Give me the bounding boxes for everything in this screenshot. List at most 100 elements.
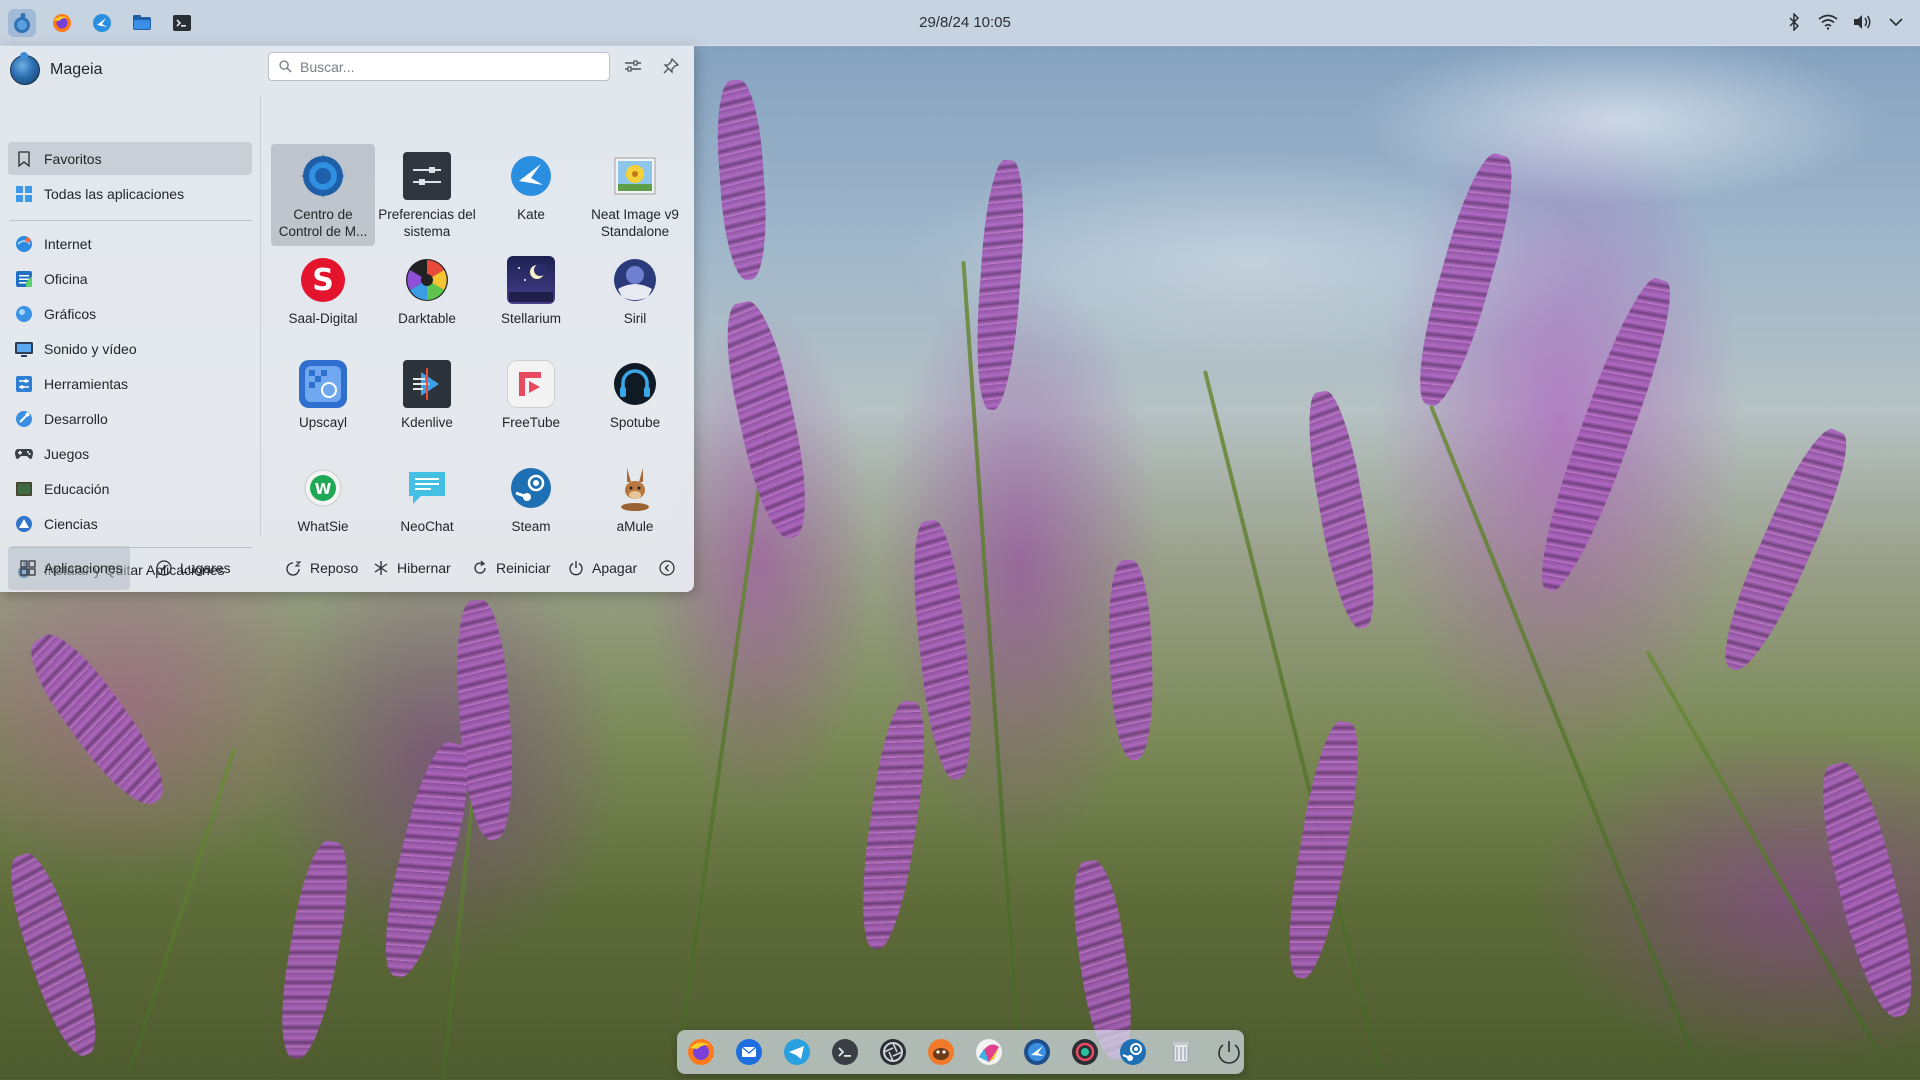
dock-telegram[interactable] <box>781 1036 813 1068</box>
lavender-spike <box>1525 271 1685 599</box>
category-tools[interactable]: Herramientas <box>8 367 252 400</box>
configure-button[interactable] <box>619 52 647 80</box>
app-label: WhatSie <box>297 519 349 534</box>
app-amule[interactable]: aMule <box>583 456 687 558</box>
app-spotube[interactable]: Spotube <box>583 352 687 454</box>
whatsie-icon: W <box>299 464 347 512</box>
grid-icon <box>20 560 36 576</box>
system-settings-icon <box>403 152 451 200</box>
category-graphics[interactable]: Gráficos <box>8 297 252 330</box>
app-control-center[interactable]: Centro de Control de M... <box>271 144 375 246</box>
tray-expand-button[interactable] <box>1886 12 1906 32</box>
category-office[interactable]: Oficina <box>8 262 252 295</box>
kate-icon <box>507 152 555 200</box>
divider <box>10 220 252 221</box>
dock-paint[interactable] <box>973 1036 1005 1068</box>
clock[interactable]: 29/8/24 10:05 <box>0 14 1920 31</box>
app-kdenlive[interactable]: Kdenlive <box>375 352 479 454</box>
dock-kate[interactable] <box>1021 1036 1053 1068</box>
dock-recorder[interactable] <box>1069 1036 1101 1068</box>
app-darktable[interactable]: Darktable <box>375 248 479 350</box>
category-favorites[interactable]: Favoritos <box>8 142 252 175</box>
app-label: FreeTube <box>501 415 561 430</box>
restart-label: Reiniciar <box>496 560 551 576</box>
hibernate-button[interactable]: Hibernar <box>361 546 463 590</box>
siril-icon <box>611 256 659 304</box>
volume-button[interactable] <box>1852 12 1872 32</box>
dock-game[interactable] <box>925 1036 957 1068</box>
shutdown-button[interactable]: Apagar <box>556 546 649 590</box>
app-siril[interactable]: Siril <box>583 248 687 350</box>
dock-aperture[interactable] <box>877 1036 909 1068</box>
sleep-button[interactable]: Reposo <box>274 546 370 590</box>
chevron-down-icon <box>1889 18 1903 27</box>
category-science[interactable]: Ciencias <box>8 507 252 540</box>
game-icon <box>928 1039 954 1065</box>
graphics-icon <box>14 304 34 324</box>
record-icon <box>1072 1039 1098 1065</box>
tab-places[interactable]: Lugares <box>144 546 243 590</box>
app-system-settings[interactable]: Preferencias del sistema <box>375 144 479 246</box>
kdenlive-icon <box>403 360 451 408</box>
user-header[interactable]: Mageia <box>10 52 102 86</box>
category-games[interactable]: Juegos <box>8 437 252 470</box>
app-label: Centro de Control de M... <box>278 207 368 239</box>
dock-power[interactable] <box>1213 1036 1245 1068</box>
app-label: Steam <box>511 519 551 534</box>
dock <box>677 1030 1244 1074</box>
more-power-options-button[interactable] <box>652 546 682 590</box>
darktable-icon <box>403 256 451 304</box>
sleep-icon <box>286 560 302 576</box>
science-icon <box>14 514 34 534</box>
dock-terminal[interactable] <box>829 1036 861 1068</box>
search-input[interactable] <box>300 58 600 75</box>
wifi-icon <box>1818 14 1838 30</box>
restart-button[interactable]: Reiniciar <box>460 546 562 590</box>
app-neochat[interactable]: NeoChat <box>375 456 479 558</box>
sidebar-divider <box>260 96 261 536</box>
app-label: NeoChat <box>400 519 454 534</box>
avatar[interactable] <box>10 52 40 85</box>
category-label: Herramientas <box>44 375 129 392</box>
app-neat-image[interactable]: Neat Image v9 Standalone <box>583 144 687 246</box>
application-menu-button[interactable] <box>8 9 36 37</box>
category-multimedia[interactable]: Sonido y vídeo <box>8 332 252 365</box>
app-steam[interactable]: Steam <box>479 456 583 558</box>
snowflake-icon <box>373 560 389 576</box>
dock-trash[interactable] <box>1165 1036 1197 1068</box>
lavender-spike <box>0 847 110 1063</box>
all-apps-icon <box>14 184 34 204</box>
lavender-spike <box>1405 148 1525 412</box>
search-field[interactable] <box>268 52 610 81</box>
category-internet[interactable]: Internet <box>8 227 252 260</box>
kate-launcher[interactable] <box>88 9 116 37</box>
app-label: aMule <box>616 519 654 534</box>
pin-button[interactable] <box>657 52 685 80</box>
tab-applications[interactable]: Aplicaciones <box>8 546 130 590</box>
app-upscayl[interactable]: Upscayl <box>271 352 375 454</box>
app-label: Saal-Digital <box>288 311 358 326</box>
category-all-applications[interactable]: Todas las aplicaciones <box>8 177 252 210</box>
file-manager-launcher[interactable] <box>128 9 156 37</box>
network-button[interactable] <box>1818 12 1838 32</box>
terminal-icon <box>173 15 191 31</box>
terminal-icon <box>832 1039 858 1065</box>
panel-launchers <box>8 9 196 37</box>
category-education[interactable]: Educación <box>8 472 252 505</box>
firefox-icon <box>688 1039 714 1065</box>
category-development[interactable]: Desarrollo <box>8 402 252 435</box>
app-stellarium[interactable]: Stellarium <box>479 248 583 350</box>
dock-thunderbird[interactable] <box>733 1036 765 1068</box>
terminal-launcher[interactable] <box>168 9 196 37</box>
firefox-launcher[interactable] <box>48 9 76 37</box>
app-label: Spotube <box>609 415 661 430</box>
app-saal-digital[interactable]: S Saal-Digital <box>271 248 375 350</box>
app-freetube[interactable]: FreeTube <box>479 352 583 454</box>
dock-steam[interactable] <box>1117 1036 1149 1068</box>
app-kate[interactable]: Kate <box>479 144 583 246</box>
app-whatsie[interactable]: W WhatSie <box>271 456 375 558</box>
bluetooth-button[interactable] <box>1784 12 1804 32</box>
lavender-spike <box>271 837 357 1063</box>
dock-firefox[interactable] <box>685 1036 717 1068</box>
steam-icon <box>1120 1039 1146 1065</box>
